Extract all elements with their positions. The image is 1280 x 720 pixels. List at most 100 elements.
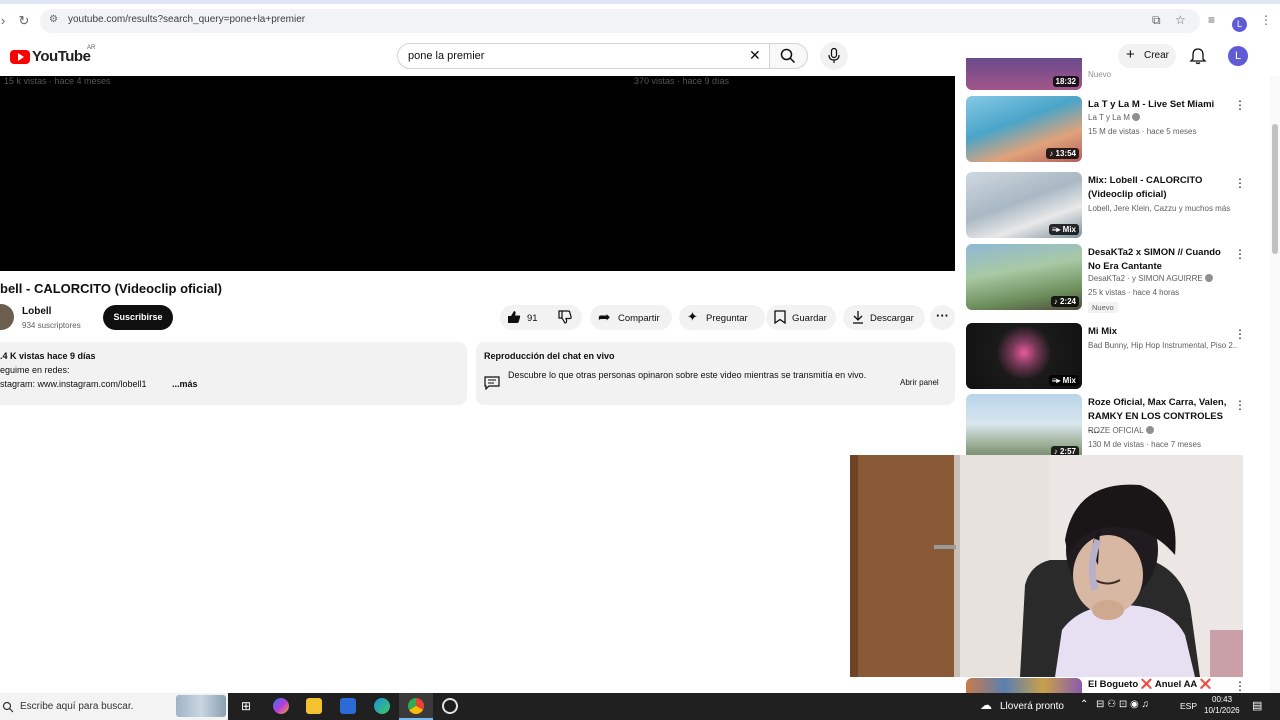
forward-icon[interactable]: › — [0, 12, 12, 30]
sparkle-icon: ✦ — [687, 309, 698, 324]
video-thumbnail[interactable]: ♪ 2:57 — [966, 394, 1082, 460]
edge-icon[interactable] — [374, 698, 390, 714]
clock-date[interactable]: 10/1/2026 — [1204, 706, 1240, 715]
site-settings-icon[interactable]: ⚙ — [49, 14, 61, 26]
video-thumbnail[interactable]: ≡▸ Mix — [966, 323, 1082, 389]
verified-icon — [1145, 426, 1154, 434]
taskbar-search-placeholder[interactable]: Escribe aquí para buscar. — [20, 701, 133, 712]
notification-center-icon[interactable]: ▤ — [1252, 699, 1262, 712]
channel-name[interactable]: DesaKTa2 · y SIMON AGUIRRE — [1088, 274, 1238, 283]
sidebar-video[interactable]: ♪ 2:24 DesaKTa2 x SIMON // Cuando No Era… — [966, 244, 1246, 313]
ghost-text-left: 15 k vistas · hace 4 meses — [4, 76, 111, 86]
media-queue-icon[interactable]: ≡ — [1208, 13, 1215, 27]
clear-search-icon[interactable]: ✕ — [749, 47, 761, 64]
new-tag: Nuevo — [1088, 70, 1112, 79]
video-thumbnail[interactable]: ♪ 13:54 — [966, 96, 1082, 162]
video-title[interactable]: Mix: Lobell - CALORCITO (Videoclip ofici… — [1088, 174, 1228, 202]
search-icon — [780, 48, 796, 64]
video-title[interactable]: El Bogueto ❌ Anuel AA ❌ — [1088, 678, 1228, 692]
more-actions-button[interactable]: ··· — [930, 305, 955, 330]
sidebar-video-partial[interactable]: El Bogueto ❌ Anuel AA ❌ ⋮ — [966, 678, 1246, 693]
verified-icon — [1131, 113, 1140, 121]
store-icon[interactable] — [340, 698, 356, 714]
url-text[interactable]: youtube.com/results?search_query=pone+la… — [68, 14, 305, 25]
sidebar-video[interactable]: ♪ 13:54 La T y La M - Live Set Miami La … — [966, 96, 1246, 162]
view-stats: .4 K vistas hace 9 días — [0, 351, 96, 361]
weather-text[interactable]: Lloverá pronto — [1000, 701, 1064, 712]
more-vertical-icon[interactable]: ⋮ — [1234, 177, 1246, 189]
task-view-icon[interactable]: ⊞ — [238, 698, 254, 714]
video-player[interactable]: 15 k vistas · hace 4 meses 370 vistas · … — [0, 76, 955, 271]
download-label: Descargar — [870, 313, 914, 324]
voice-search-button[interactable] — [820, 42, 848, 70]
more-vertical-icon[interactable]: ⋮ — [1234, 399, 1246, 411]
save-button[interactable]: Guardar — [766, 305, 836, 330]
description-box[interactable]: .4 K vistas hace 9 días eguime en redes:… — [0, 342, 467, 405]
subscribe-button[interactable]: Suscribirse — [103, 305, 173, 330]
address-bar[interactable]: ⚙ youtube.com/results?search_query=pone+… — [40, 9, 1200, 33]
mix-artists: Lobell, Jere Klein, Cazzu y muchos más — [1088, 204, 1231, 213]
more-vertical-icon[interactable]: ⋮ — [1234, 680, 1246, 692]
webcam-overlay — [850, 455, 1243, 677]
thumbs-down-icon[interactable] — [558, 310, 572, 324]
video-thumbnail[interactable]: ♪ 2:24 — [966, 244, 1082, 310]
browser-profile-avatar[interactable]: L — [1232, 17, 1247, 32]
sidebar-mix[interactable]: ≡▸ Mix Mix: Lobell - CALORCITO (Videocli… — [966, 172, 1246, 238]
open-panel-button[interactable]: Abrir panel — [900, 378, 939, 387]
more-vertical-icon[interactable]: ⋮ — [1234, 328, 1246, 340]
video-title[interactable]: DesaKTa2 x SIMON // Cuando No Era Cantan… — [1088, 246, 1228, 274]
reload-icon[interactable]: ↻ — [15, 12, 33, 30]
duration-badge: ♪ 13:54 — [1046, 148, 1079, 159]
taskbar-search[interactable]: Escribe aquí para buscar. — [0, 693, 228, 720]
copilot-icon[interactable] — [273, 698, 289, 714]
duration-badge: ♪ 2:24 — [1050, 296, 1079, 307]
download-button[interactable]: Descargar — [843, 305, 925, 330]
sidebar-video[interactable]: ♪ 2:57 Roze Oficial, Max Carra, Valen, R… — [966, 394, 1246, 460]
channel-avatar[interactable] — [0, 304, 14, 330]
bookmark-star-icon[interactable]: ☆ — [1175, 13, 1186, 27]
search-input[interactable]: pone la premier ✕ — [397, 43, 770, 69]
channel-name[interactable]: La T y La M — [1088, 113, 1238, 122]
channel-name[interactable]: Lobell — [22, 306, 51, 317]
youtube-play-icon — [10, 50, 30, 64]
video-title[interactable]: La T y La M - Live Set Miami — [1088, 98, 1228, 112]
video-thumbnail[interactable] — [966, 678, 1082, 693]
thumbs-up-icon — [508, 311, 521, 323]
mix-badge: ≡▸ Mix — [1048, 224, 1079, 235]
file-explorer-icon[interactable] — [306, 698, 322, 714]
more-vertical-icon[interactable]: ⋮ — [1234, 248, 1246, 260]
video-thumbnail[interactable]: ≡▸ Mix — [966, 172, 1082, 238]
ghost-text-right: 370 vistas · hace 9 días — [634, 76, 730, 86]
video-meta: 130 M de vistas · hace 7 meses — [1088, 440, 1201, 449]
sidebar-mix[interactable]: ≡▸ Mix Mi Mix Bad Bunny, Hip Hop Instrum… — [966, 323, 1246, 389]
mix-artists: Bad Bunny, Hip Hop Instrumental, Piso 2.… — [1088, 341, 1238, 350]
share-button[interactable]: ➦ Compartir — [590, 305, 672, 330]
page-scrollbar[interactable] — [1270, 76, 1280, 693]
ask-label: Preguntar — [706, 313, 748, 324]
video-thumbnail[interactable]: 18:32 — [966, 58, 1082, 90]
chrome-icon[interactable] — [408, 698, 424, 714]
ask-button[interactable]: ✦ Preguntar — [679, 305, 765, 330]
language-indicator[interactable]: ESP — [1180, 701, 1197, 711]
channel-name[interactable]: ROZE OFICIAL — [1088, 426, 1238, 435]
install-app-icon[interactable]: ⧉ — [1152, 13, 1161, 28]
more-vertical-icon[interactable]: ⋮ — [1234, 99, 1246, 111]
browser-toolbar: › ↻ ⚙ youtube.com/results?search_query=p… — [0, 0, 1280, 38]
obs-icon[interactable] — [442, 698, 458, 714]
search-button[interactable] — [770, 43, 808, 69]
show-more-link[interactable]: ...más — [172, 379, 198, 389]
show-hidden-icons-icon[interactable]: ⌃ — [1080, 699, 1088, 710]
sidebar-video-partial[interactable]: 18:32 Nuevo — [966, 58, 1246, 91]
scrollbar-thumb[interactable] — [1272, 124, 1278, 254]
verified-icon — [1204, 274, 1213, 282]
browser-menu-icon[interactable]: ⋮ — [1260, 13, 1272, 27]
search-query[interactable]: pone la premier — [408, 50, 484, 62]
clock-time[interactable]: 00:43 — [1212, 695, 1232, 704]
video-title[interactable]: Mi Mix — [1088, 325, 1228, 339]
video-meta: 15 M de vistas · hace 5 meses — [1088, 127, 1197, 136]
like-button[interactable]: 91 — [500, 305, 548, 330]
microphone-icon — [828, 48, 840, 63]
bookmark-icon — [774, 310, 786, 324]
tray-icons[interactable]: ⊟ ⚇ ⊡ ◉ ♫ — [1096, 699, 1149, 710]
save-label: Guardar — [792, 313, 827, 324]
